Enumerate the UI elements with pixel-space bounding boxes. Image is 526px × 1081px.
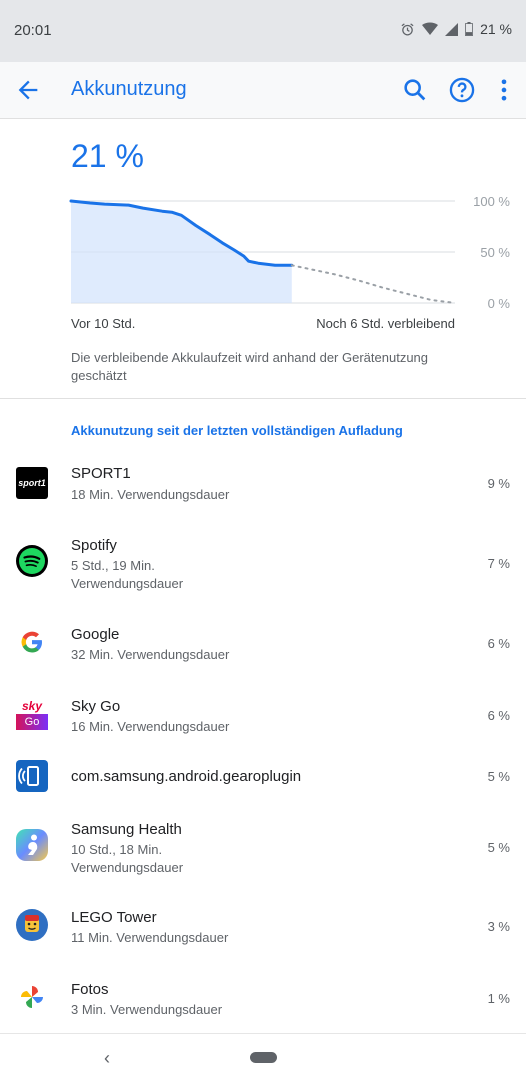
x-label-start: Vor 10 Std. (71, 316, 136, 331)
x-label-end: Noch 6 Std. verbleibend (316, 316, 455, 331)
back-arrow-icon[interactable] (14, 76, 42, 104)
spotify-icon (16, 545, 48, 577)
app-percentage: 9 % (487, 476, 510, 491)
app-name: Spotify (71, 537, 117, 554)
sky-go-icon: sky Go (16, 698, 48, 730)
app-percentage: 6 % (487, 636, 510, 651)
help-icon[interactable] (448, 76, 476, 104)
status-time: 20:01 (14, 22, 52, 39)
lego-tower-icon (16, 909, 48, 941)
app-row-spotify[interactable]: Spotify 5 Std., 19 Min. Verwendungsdauer… (0, 527, 526, 597)
app-name: SPORT1 (71, 465, 131, 482)
gear-plugin-icon (16, 760, 48, 792)
google-icon (21, 631, 42, 653)
more-vert-icon[interactable] (490, 76, 518, 104)
app-usage: 3 Min. Verwendungsdauer (71, 1002, 223, 1017)
wifi-icon (422, 22, 439, 35)
signal-icon (445, 22, 459, 36)
y-tick-label: 100 % (473, 194, 510, 209)
app-row-sky-go[interactable]: sky Go Sky Go 16 Min. Verwendungsdauer 6… (0, 688, 526, 744)
app-usage: 11 Min. Verwendungsdauer (71, 930, 229, 945)
app-percentage: 1 % (487, 991, 510, 1006)
app-row-fotos[interactable]: Fotos 3 Min. Verwendungsdauer 1 % (0, 971, 526, 1027)
divider (0, 398, 526, 399)
app-percentage: 5 % (487, 769, 510, 784)
page-title: Akkunutzung (71, 78, 187, 100)
app-name: Sky Go (71, 698, 121, 715)
app-bar: Akkunutzung (0, 62, 526, 119)
app-usage: 18 Min. Verwendungsdauer (71, 487, 230, 502)
app-usage: 16 Min. Verwendungsdauer (71, 719, 230, 734)
sport1-icon: sport1 (16, 467, 48, 499)
status-battery-text: 21 % (480, 21, 512, 37)
nav-back-button[interactable]: ‹ (104, 1048, 110, 1069)
app-row-gearoplugin[interactable]: com.samsung.android.gearoplugin 5 % (0, 760, 526, 796)
nav-home-pill[interactable] (250, 1052, 277, 1063)
app-percentage: 7 % (487, 556, 510, 571)
app-percentage: 6 % (487, 708, 510, 723)
search-icon[interactable] (401, 76, 429, 104)
section-title: Akkunutzung seit der letzten vollständig… (71, 423, 403, 438)
app-row-google[interactable]: Google 32 Min. Verwendungsdauer 6 % (0, 616, 526, 672)
estimate-note: Die verbleibende Akkulaufzeit wird anhan… (71, 350, 429, 383)
app-percentage: 5 % (487, 840, 510, 855)
status-bar: 20:01 21 % (0, 0, 526, 62)
app-usage: 10 Std., 18 Min. Verwendungsdauer (71, 842, 184, 875)
y-tick-label: 0 % (488, 296, 511, 311)
app-name: com.samsung.android.gearoplugin (71, 768, 302, 785)
y-tick-label: 50 % (480, 245, 510, 260)
app-row-lego-tower[interactable]: LEGO Tower 11 Min. Verwendungsdauer 3 % (0, 899, 526, 955)
photos-icon (21, 986, 43, 1008)
battery-projection-line (290, 264, 456, 304)
app-name: Samsung Health (71, 821, 182, 838)
app-name: Google (71, 626, 120, 643)
app-usage: 5 Std., 19 Min. Verwendungsdauer (71, 558, 184, 591)
app-row-sport1[interactable]: sport1 SPORT1 18 Min. Verwendungsdauer 9… (0, 455, 526, 513)
app-row-samsung-health[interactable]: Samsung Health 10 Std., 18 Min. Verwendu… (0, 812, 526, 884)
battery-chart: 100 % 50 % 0 % (69, 194, 511, 311)
battery-icon (465, 22, 473, 36)
app-name: Fotos (71, 981, 109, 998)
samsung-health-icon (16, 829, 48, 861)
battery-percentage: 21 % (71, 138, 144, 174)
app-usage: 32 Min. Verwendungsdauer (71, 647, 230, 662)
app-name: LEGO Tower (71, 909, 157, 926)
app-percentage: 3 % (487, 919, 510, 934)
alarm-icon (401, 22, 414, 35)
navigation-bar: ‹ (0, 1033, 526, 1081)
